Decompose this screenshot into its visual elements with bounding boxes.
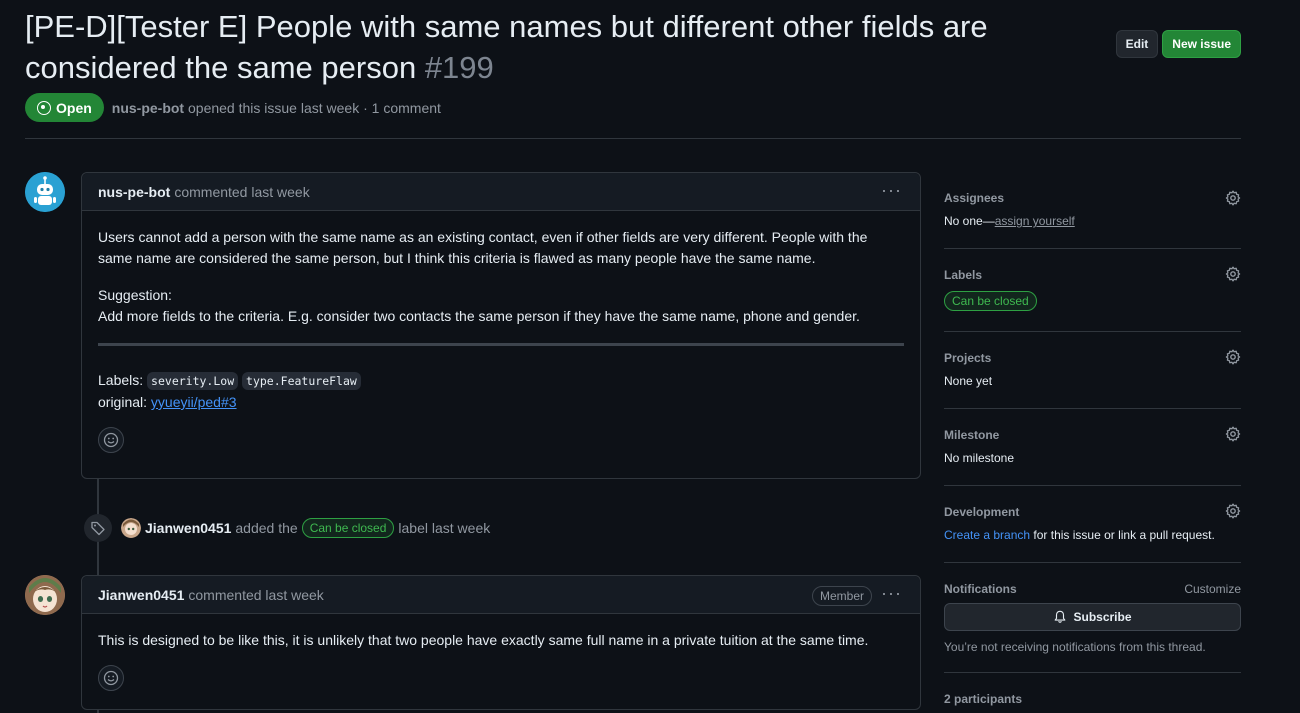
original-issue-link[interactable]: yyueyii/ped#3 bbox=[151, 394, 237, 410]
sidebar-participants: 2 participants bbox=[944, 673, 1241, 706]
subscribe-button[interactable]: Subscribe bbox=[944, 603, 1241, 631]
tag-icon bbox=[84, 514, 112, 542]
labels-value: Can be closed bbox=[944, 291, 1241, 311]
sidebar-label-badge[interactable]: Can be closed bbox=[944, 291, 1037, 311]
comment-bot: nus-pe-bot commented last week ··· Users… bbox=[81, 172, 921, 479]
sidebar-title: Assignees bbox=[944, 191, 1005, 205]
comment-time[interactable]: commented last week bbox=[188, 587, 323, 603]
issue-state-row: Open nus-pe-bot opened this issue last w… bbox=[25, 93, 441, 122]
new-issue-button[interactable]: New issue bbox=[1162, 30, 1241, 58]
user-avatar[interactable] bbox=[25, 575, 65, 615]
issue-state-label: Open bbox=[56, 99, 92, 116]
issue-title: [PE-D][Tester E] People with same names … bbox=[25, 6, 1085, 88]
customize-link[interactable]: Customize bbox=[1184, 582, 1241, 596]
event-suffix: label last week bbox=[398, 520, 491, 536]
sidebar-title: Projects bbox=[944, 351, 992, 365]
comment-body: This is designed to be like this, it is … bbox=[82, 614, 920, 703]
comment-body: Users cannot add a person with the same … bbox=[82, 211, 920, 465]
add-reaction-button[interactable] bbox=[98, 665, 124, 691]
bell-icon bbox=[1055, 610, 1066, 623]
comment-jianwen: Jianwen0451 commented last week Member ·… bbox=[81, 575, 921, 710]
edit-button[interactable]: Edit bbox=[1115, 30, 1159, 58]
bot-avatar[interactable] bbox=[25, 172, 65, 212]
issue-meta: nus-pe-bot opened this issue last week ·… bbox=[112, 100, 441, 116]
assignees-value: No one—assign yourself bbox=[944, 214, 1241, 228]
comment-author[interactable]: Jianwen0451 bbox=[98, 587, 184, 603]
robot-icon bbox=[25, 172, 65, 212]
issue-author-link[interactable]: nus-pe-bot bbox=[112, 100, 184, 116]
assign-yourself-link[interactable]: assign yourself bbox=[995, 214, 1075, 228]
original-prefix: original: bbox=[98, 394, 148, 410]
sidebar-notifications: Notifications Customize Subscribe You’re… bbox=[944, 563, 1241, 673]
issue-title-text: [PE-D][Tester E] People with same names … bbox=[25, 9, 988, 85]
comment-paragraph: This is designed to be like this, it is … bbox=[98, 632, 869, 648]
suggestion-heading: Suggestion: bbox=[98, 287, 172, 303]
assignees-none: No one— bbox=[944, 214, 995, 228]
smiley-icon bbox=[103, 432, 119, 448]
sidebar-title: Labels bbox=[944, 268, 983, 282]
milestone-value: No milestone bbox=[944, 451, 1015, 465]
create-branch-link[interactable]: Create a branch bbox=[944, 528, 1030, 542]
sidebar-projects: Projects None yet bbox=[944, 332, 1241, 409]
projects-value: None yet bbox=[944, 374, 993, 388]
issue-meta-text: opened this issue last week · 1 comment bbox=[188, 99, 441, 116]
code-label-type: type.FeatureFlaw bbox=[242, 372, 361, 390]
more-options-icon[interactable]: ··· bbox=[881, 181, 902, 199]
comment-time[interactable]: commented last week bbox=[174, 184, 309, 200]
more-options-icon[interactable]: ··· bbox=[881, 584, 902, 602]
sidebar-milestone: Milestone No milestone bbox=[944, 409, 1241, 486]
gear-icon[interactable] bbox=[1225, 190, 1241, 206]
labels-prefix: Labels: bbox=[98, 372, 144, 388]
notifications-note: You’re not receiving notifications from … bbox=[944, 640, 1206, 654]
gear-icon[interactable] bbox=[1225, 426, 1241, 442]
event-actor[interactable]: Jianwen0451 bbox=[145, 520, 231, 536]
smiley-icon bbox=[103, 670, 119, 686]
sidebar-labels: Labels Can be closed bbox=[944, 249, 1241, 332]
add-reaction-button[interactable] bbox=[98, 427, 124, 453]
event-label-badge[interactable]: Can be closed bbox=[301, 518, 395, 538]
gear-icon[interactable] bbox=[1225, 266, 1241, 282]
issue-open-icon bbox=[37, 100, 51, 115]
comment-suggestion: Suggestion: Add more fields to the crite… bbox=[98, 285, 904, 327]
member-badge: Member bbox=[811, 586, 872, 606]
comment-labels-line: Labels: severity.Low type.FeatureFlaw bbox=[98, 370, 904, 392]
event-avatar[interactable] bbox=[121, 518, 141, 538]
sidebar-title: Milestone bbox=[944, 428, 1000, 442]
comment-header: nus-pe-bot commented last week ··· bbox=[82, 173, 920, 211]
development-value: Create a branch for this issue or link a… bbox=[944, 528, 1241, 542]
suggestion-text: Add more fields to the criteria. E.g. co… bbox=[98, 308, 860, 324]
issue-sidebar: Assignees No one—assign yourself Labels … bbox=[944, 172, 1241, 706]
gear-icon[interactable] bbox=[1225, 349, 1241, 365]
issue-state-badge: Open bbox=[25, 93, 104, 122]
gear-icon[interactable] bbox=[1225, 503, 1241, 519]
header-actions: Edit New issue bbox=[1115, 30, 1241, 58]
divider bbox=[98, 343, 904, 346]
issue-header: [PE-D][Tester E] People with same names … bbox=[25, 6, 1241, 139]
event-action: added the bbox=[235, 520, 298, 536]
sidebar-title: Development bbox=[944, 505, 1020, 519]
sidebar-title: 2 participants bbox=[944, 692, 1023, 706]
code-label-severity: severity.Low bbox=[147, 372, 239, 390]
issue-number: #199 bbox=[424, 50, 494, 85]
sidebar-development: Development Create a branch for this iss… bbox=[944, 486, 1241, 563]
development-suffix: for this issue or link a pull request. bbox=[1033, 528, 1215, 542]
sidebar-assignees: Assignees No one—assign yourself bbox=[944, 172, 1241, 249]
comment-author[interactable]: nus-pe-bot bbox=[98, 184, 170, 200]
comment-paragraph: Users cannot add a person with the same … bbox=[98, 229, 868, 266]
subscribe-label: Subscribe bbox=[1073, 610, 1132, 624]
timeline-event-labeled: Jianwen0451 added the Can be closed labe… bbox=[84, 514, 490, 542]
comment-original-line: original: yyueyii/ped#3 bbox=[98, 392, 904, 413]
comment-header: Jianwen0451 commented last week Member ·… bbox=[82, 576, 920, 614]
